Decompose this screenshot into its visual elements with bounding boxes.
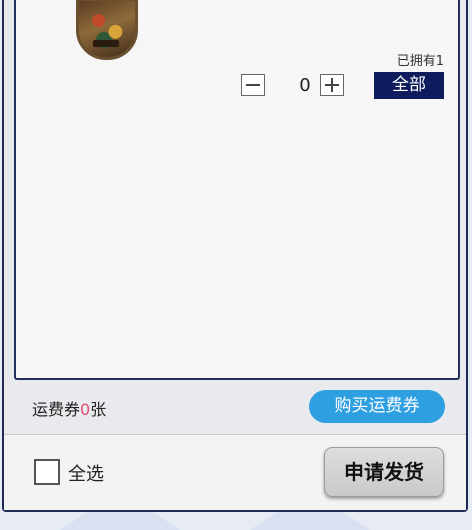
coupon-count-text: 运费券0张	[32, 396, 106, 420]
item-list-panel: 已拥有1 0 全部	[14, 0, 460, 380]
shipping-coupon-row: 运费券0张 购买运费券	[4, 382, 466, 435]
plus-icon-v	[331, 78, 333, 92]
increase-button[interactable]	[320, 74, 344, 96]
select-all-quantity-button[interactable]: 全部	[374, 72, 444, 99]
coupon-prefix: 运费券	[32, 400, 81, 419]
minus-icon	[246, 84, 260, 86]
footer-bar: 全选 申请发货	[4, 435, 466, 510]
quantity-value: 0	[299, 75, 311, 96]
select-all-checkbox[interactable]	[34, 459, 60, 485]
coupon-suffix: 张	[90, 400, 107, 419]
decrease-button[interactable]	[241, 74, 265, 96]
coupon-count: 0	[80, 400, 91, 419]
item-nameplate	[93, 40, 119, 47]
owned-count: 已拥有1	[396, 54, 444, 69]
item-thumbnail[interactable]	[76, 0, 138, 60]
apply-shipping-button[interactable]: 申请发货	[324, 447, 444, 497]
select-all-label[interactable]: 全选	[68, 460, 104, 486]
buy-coupon-button[interactable]: 购买运费券	[309, 390, 445, 423]
shipping-dialog: 已拥有1 0 全部 运费券0张 购买运费券 全选 申请发货	[2, 0, 468, 512]
